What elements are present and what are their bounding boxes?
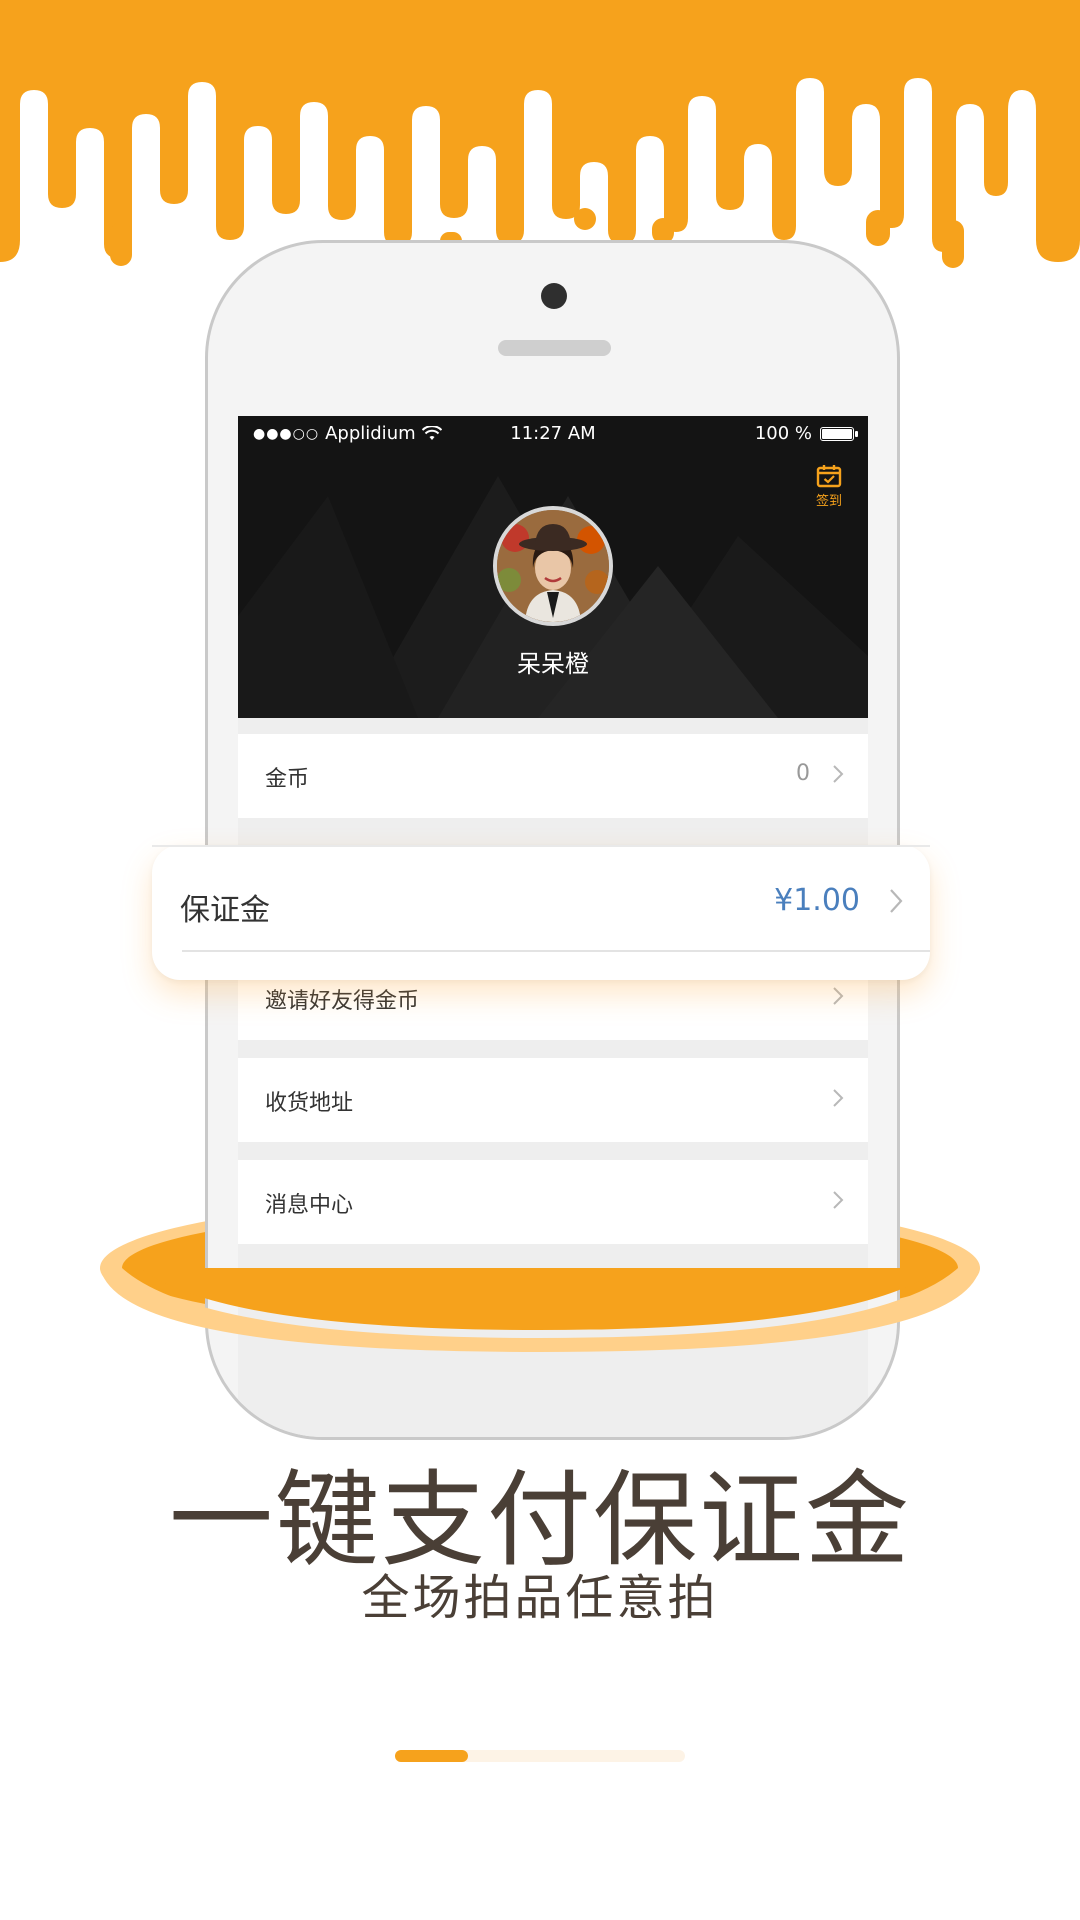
phone-speaker [498, 340, 611, 356]
status-bar: ●●●○○ Applidium 11:27 AM 100 % [238, 416, 868, 450]
checkin-button[interactable]: 签到 [812, 464, 846, 509]
phone-camera [541, 283, 567, 309]
list-item-address[interactable]: 收货地址 [238, 1058, 868, 1142]
battery-percent: 100 % [754, 423, 812, 444]
divider [152, 845, 930, 847]
row-label: 邀请好友得金币 [265, 989, 420, 1014]
platform-front-rim [100, 1268, 980, 1352]
divider [182, 950, 930, 952]
promo-subline: 全场拍品任意拍 [361, 1570, 719, 1626]
row-label: 消息中心 [265, 1193, 354, 1218]
list-item-coins[interactable]: 金币 0 [238, 734, 868, 818]
deposit-label: 保证金 [180, 893, 270, 928]
deposit-value: ¥1.00 [774, 883, 860, 918]
chevron-right-icon [833, 765, 844, 783]
row-value: 0 [796, 761, 810, 786]
page-indicator-active [395, 1750, 468, 1762]
calendar-check-icon [816, 465, 842, 488]
battery-icon [820, 426, 858, 441]
page-indicator [395, 1750, 685, 1762]
checkin-label: 签到 [815, 494, 842, 509]
username: 呆呆橙 [517, 650, 589, 678]
avatar-portrait [497, 510, 609, 622]
row-label: 金币 [265, 767, 310, 792]
phone-mockup: ●●●○○ Applidium 11:27 AM 100 % 签到 呆呆橙 金币… [205, 240, 900, 1440]
profile-header: ●●●○○ Applidium 11:27 AM 100 % 签到 呆呆橙 [238, 416, 868, 718]
chevron-right-icon [833, 1191, 844, 1209]
deposit-card[interactable]: 保证金 ¥1.00 [152, 845, 930, 980]
chevron-right-icon [833, 987, 844, 1005]
chevron-right-icon [890, 889, 903, 913]
chevron-right-icon [833, 1089, 844, 1107]
onboarding-page: ●●●○○ Applidium 11:27 AM 100 % 签到 呆呆橙 金币… [0, 0, 1080, 1920]
avatar[interactable] [493, 506, 613, 626]
list-item-messages[interactable]: 消息中心 [238, 1160, 868, 1244]
row-label: 收货地址 [265, 1091, 354, 1116]
